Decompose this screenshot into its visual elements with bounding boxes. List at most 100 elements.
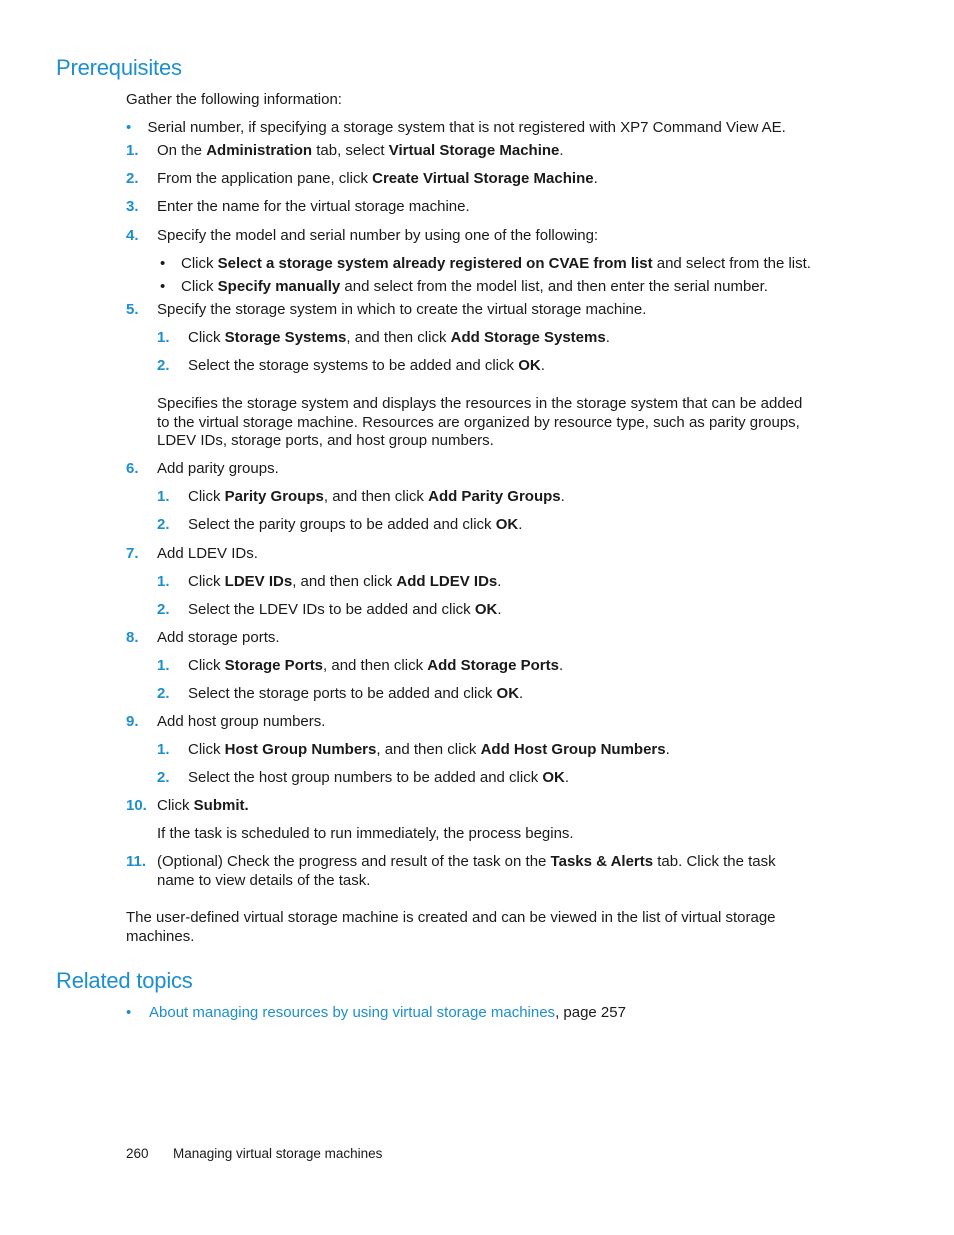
ui-term: Add Storage Systems — [450, 329, 606, 346]
ui-term: Add Host Group Numbers — [480, 741, 666, 758]
step-number: 2. — [126, 170, 139, 187]
substep-number: 2. — [157, 685, 170, 702]
text: Add LDEV IDs. — [157, 545, 258, 562]
step-6-sub-2: 2. Select the parity groups to be added … — [157, 516, 522, 534]
step-8: 8. Add storage ports. — [126, 629, 280, 647]
substep-number: 1. — [157, 488, 170, 505]
related-topics-heading: Related topics — [56, 968, 193, 993]
step-5: 5. Specify the storage system in which t… — [126, 301, 646, 319]
text: . — [519, 685, 524, 702]
ui-term: OK — [496, 685, 520, 702]
substep-number: 2. — [157, 601, 170, 618]
related-topic-item: • About managing resources by using virt… — [126, 1004, 626, 1022]
step-5-note-line-1: Specifies the storage system and display… — [157, 395, 803, 412]
text: , and then click — [323, 488, 429, 505]
ui-term: OK — [542, 769, 565, 786]
ui-term: Add LDEV IDs — [396, 573, 498, 590]
step-number: 1. — [126, 142, 139, 159]
text: Select the host group numbers to be adde… — [188, 769, 543, 786]
text: Click — [188, 741, 225, 758]
related-topic-link[interactable]: About managing resources by using virtua… — [149, 1004, 555, 1021]
ui-term: OK — [495, 516, 519, 533]
substep-number: 2. — [157, 357, 170, 374]
step-4-option-2: • Click Specify manually and select from… — [160, 278, 768, 296]
step-7-sub-1: 1. Click LDEV IDs, and then click Add LD… — [157, 573, 501, 591]
text: Click — [188, 329, 225, 346]
ui-term: Virtual Storage Machine — [388, 142, 560, 159]
ui-term: Storage Systems — [224, 329, 347, 346]
text: . — [540, 357, 545, 374]
step-2: 2. From the application pane, click Crea… — [126, 170, 598, 188]
substep-number: 1. — [157, 741, 170, 758]
substep-number: 1. — [157, 657, 170, 674]
step-8-sub-1: 1. Click Storage Ports, and then click A… — [157, 657, 563, 675]
step-3: 3. Enter the name for the virtual storag… — [126, 198, 470, 216]
step-9: 9. Add host group numbers. — [126, 713, 325, 731]
bullet-icon: • — [160, 255, 166, 272]
result-line-1: The user-defined virtual storage machine… — [126, 909, 776, 926]
text: Specify the storage system in which to c… — [157, 301, 647, 318]
text: Add storage ports. — [157, 629, 280, 646]
substep-number: 1. — [157, 573, 170, 590]
text: Select the storage systems to be added a… — [188, 357, 519, 374]
bullet-icon: • — [126, 1004, 132, 1021]
footer-chapter-title: Managing virtual storage machines — [173, 1146, 383, 1161]
ui-term: Tasks & Alerts — [550, 853, 654, 870]
text: , and then click — [346, 329, 451, 346]
text: Add host group numbers. — [157, 713, 326, 730]
text: Click — [188, 657, 225, 674]
text: Add parity groups. — [157, 460, 279, 477]
ui-term: OK — [518, 357, 541, 374]
text: . — [559, 142, 564, 159]
result-line-2: machines. — [126, 928, 195, 945]
step-7-sub-2: 2. Select the LDEV IDs to be added and c… — [157, 601, 502, 619]
ui-term: Administration — [206, 142, 313, 159]
step-10-note: If the task is scheduled to run immediat… — [157, 825, 574, 842]
page-reference: , page 257 — [555, 1004, 626, 1021]
step-11-line-2: name to view details of the task. — [157, 872, 371, 889]
step-number: 8. — [126, 629, 139, 646]
step-4: 4. Specify the model and serial number b… — [126, 227, 598, 245]
text: tab. Click the task — [653, 853, 776, 870]
step-10: 10. Click Submit. — [126, 797, 249, 815]
ui-term: Add Parity Groups — [428, 488, 561, 505]
ui-term: Storage Ports — [224, 657, 324, 674]
substep-number: 2. — [157, 769, 170, 786]
text: Click — [188, 573, 225, 590]
text: Click — [157, 797, 194, 814]
step-1: 1. On the Administration tab, select Vir… — [126, 142, 564, 160]
substep-number: 1. — [157, 329, 170, 346]
text: . — [564, 769, 570, 786]
text: , and then click — [323, 657, 428, 674]
step-number: 3. — [126, 198, 139, 215]
text: Enter the name for the virtual storage m… — [157, 198, 470, 215]
ui-term: OK — [474, 601, 498, 618]
text: . — [593, 170, 598, 187]
text: . — [518, 516, 523, 533]
step-5-note-line-2: to the virtual storage machine. Resource… — [157, 414, 800, 431]
step-6-sub-1: 1. Click Parity Groups, and then click A… — [157, 488, 565, 506]
step-7: 7. Add LDEV IDs. — [126, 545, 258, 563]
step-9-sub-1: 1. Click Host Group Numbers, and then cl… — [157, 741, 670, 759]
step-5-sub-2: 2. Select the storage systems to be adde… — [157, 357, 545, 375]
step-number: 9. — [126, 713, 139, 730]
step-number: 5. — [126, 301, 139, 318]
text: . — [497, 601, 502, 618]
footer-page-number: 260 — [126, 1146, 149, 1161]
text: Specify the model and serial number by u… — [157, 227, 599, 244]
text: Click — [181, 278, 218, 295]
step-11: 11. (Optional) Check the progress and re… — [126, 853, 776, 871]
text: Select the parity groups to be added and… — [188, 516, 496, 533]
step-number: 6. — [126, 460, 139, 477]
text: Click — [181, 255, 218, 272]
text: . — [665, 741, 670, 758]
text: . — [558, 657, 564, 674]
text: From the application pane, click — [157, 170, 373, 187]
text: On the — [157, 142, 207, 159]
ui-term: Host Group Numbers — [224, 741, 377, 758]
ui-term: Add Storage Ports — [427, 657, 559, 674]
text: . — [497, 573, 502, 590]
text: and select from the model list, and then… — [340, 278, 768, 295]
step-6: 6. Add parity groups. — [126, 460, 279, 478]
bullet-icon: • — [126, 119, 132, 136]
